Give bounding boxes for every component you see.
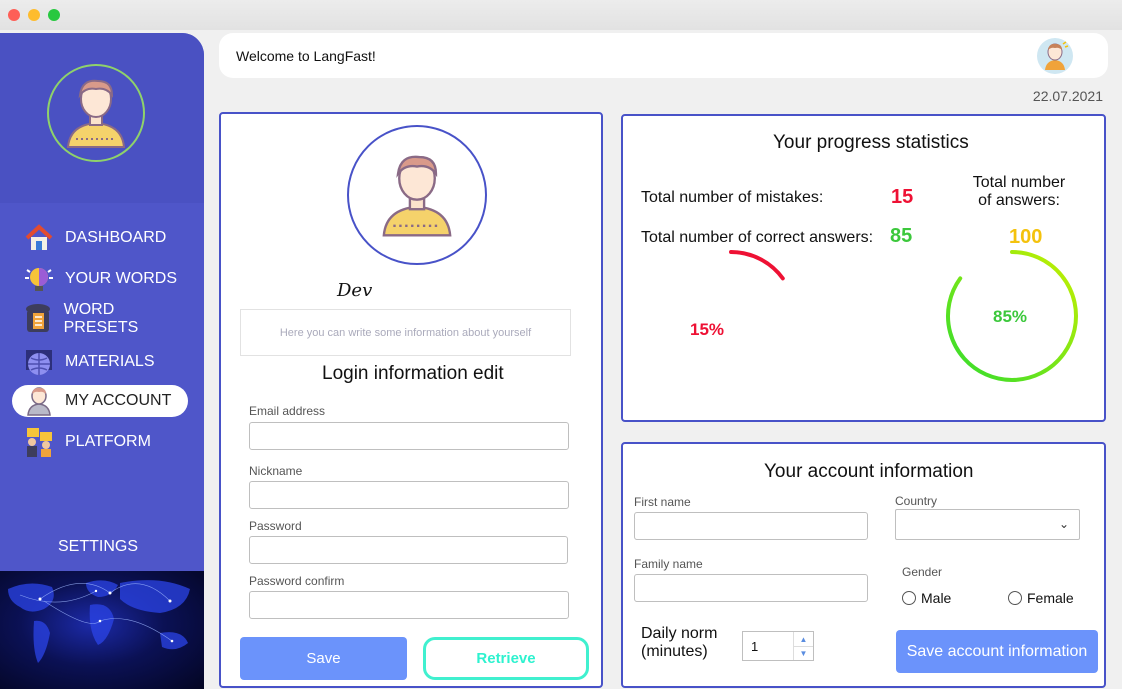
daily-norm-label: Daily norm (minutes) (641, 625, 718, 660)
mistakes-label: Total number of mistakes: (641, 189, 824, 206)
sidebar-item-label: MATERIALS (65, 353, 155, 370)
first-name-label: First name (634, 495, 691, 509)
total-answers-label: Total number of answers: (972, 174, 1066, 209)
progress-stats-panel: Your progress statistics Total number of… (621, 114, 1106, 422)
save-account-button[interactable]: Save account information (896, 630, 1098, 673)
gender-male-radio[interactable]: Male (902, 590, 951, 606)
close-window-button[interactable] (8, 9, 20, 21)
first-name-field[interactable] (634, 512, 868, 540)
globe-book-icon (22, 346, 56, 378)
profile-panel: Dev Here you can write some information … (219, 112, 603, 688)
country-label: Country (895, 494, 938, 508)
welcome-text: Welcome to LangFast! (236, 48, 376, 64)
chevron-down-icon: ⌄ (1058, 517, 1069, 531)
sidebar-item-label: PLATFORM (65, 433, 151, 450)
sidebar-item-word-presets[interactable]: WORD PRESETS (12, 301, 188, 336)
stats-title: Your progress statistics (773, 132, 969, 153)
password-field[interactable] (249, 536, 568, 564)
login-edit-title: Login information edit (322, 363, 504, 384)
mistakes-value: 15 (891, 186, 914, 208)
country-select[interactable]: ⌄ (895, 509, 1080, 540)
sidebar-item-label: MY ACCOUNT (65, 392, 172, 409)
mistakes-percent-text: 15% (690, 320, 725, 339)
window-titlebar (0, 0, 1122, 30)
gender-label: Gender (902, 565, 943, 579)
daily-norm-value[interactable]: 1 (751, 639, 758, 654)
avatar[interactable] (1037, 38, 1073, 74)
sidebar-header (0, 33, 204, 203)
male-label: Male (921, 590, 952, 606)
gender-female-radio[interactable]: Female (1008, 590, 1074, 606)
family-name-label: Family name (634, 557, 703, 571)
welcome-bar: Welcome to LangFast! (219, 33, 1108, 78)
mistakes-arc (729, 250, 785, 281)
nickname-field[interactable] (249, 481, 569, 509)
presets-icon (22, 303, 55, 335)
email-field[interactable] (249, 422, 569, 450)
world-map-image (0, 571, 204, 689)
avatar[interactable] (47, 64, 145, 162)
account-info-title: Your account information (764, 461, 974, 482)
correct-answers-value: 85 (890, 225, 913, 247)
female-label: Female (1027, 590, 1074, 606)
minimize-window-button[interactable] (28, 9, 40, 21)
password-confirm-label: Password confirm (249, 574, 345, 588)
user-avatar-icon (66, 79, 126, 148)
sidebar: DASHBOARD YOUR WORDS WORD PRESETS MATERI… (0, 33, 204, 689)
settings-link[interactable]: SETTINGS (0, 538, 196, 556)
stepper-down-icon[interactable]: ▼ (794, 646, 813, 660)
sidebar-item-platform[interactable]: PLATFORM (12, 426, 188, 458)
password-label: Password (249, 519, 302, 533)
daily-norm-stepper[interactable]: 1 ▲ ▼ (742, 631, 814, 661)
user-avatar-icon (1045, 41, 1069, 70)
sidebar-item-my-account[interactable]: MY ACCOUNT (12, 385, 188, 417)
sidebar-item-label: DASHBOARD (65, 229, 167, 246)
account-info-panel: Your account information First name Fami… (621, 442, 1106, 688)
user-icon (22, 385, 56, 417)
radio-circle[interactable] (1008, 591, 1022, 605)
stepper-arrows: ▲ ▼ (793, 632, 813, 660)
platform-icon (22, 426, 56, 458)
current-date: 22.07.2021 (1032, 88, 1103, 104)
profile-avatar[interactable] (347, 125, 487, 265)
sidebar-item-label: WORD PRESETS (63, 301, 139, 336)
correct-answers-label: Total number of correct answers: (641, 229, 874, 246)
stepper-up-icon[interactable]: ▲ (794, 632, 813, 646)
bulb-icon (22, 263, 56, 295)
password-confirm-field[interactable] (249, 591, 569, 619)
mistakes-progress-ring (729, 250, 785, 281)
maximize-window-button[interactable] (48, 9, 60, 21)
email-label: Email address (249, 404, 326, 418)
sidebar-item-materials[interactable]: MATERIALS (12, 346, 188, 378)
about-field[interactable]: Here you can write some information abou… (240, 309, 571, 356)
family-name-field[interactable] (634, 574, 868, 602)
retrieve-button[interactable]: Retrieve (423, 637, 589, 680)
sidebar-item-your-words[interactable]: YOUR WORDS (12, 263, 188, 295)
nickname-label: Nickname (249, 464, 303, 478)
home-icon (22, 222, 56, 254)
username: Dev (337, 280, 373, 301)
correct-percent-text: 85% (993, 307, 1028, 326)
user-avatar-icon (382, 155, 452, 237)
radio-circle[interactable] (902, 591, 916, 605)
sidebar-item-dashboard[interactable]: DASHBOARD (12, 222, 188, 254)
save-button[interactable]: Save (240, 637, 407, 680)
sidebar-item-label: YOUR WORDS (65, 270, 177, 287)
